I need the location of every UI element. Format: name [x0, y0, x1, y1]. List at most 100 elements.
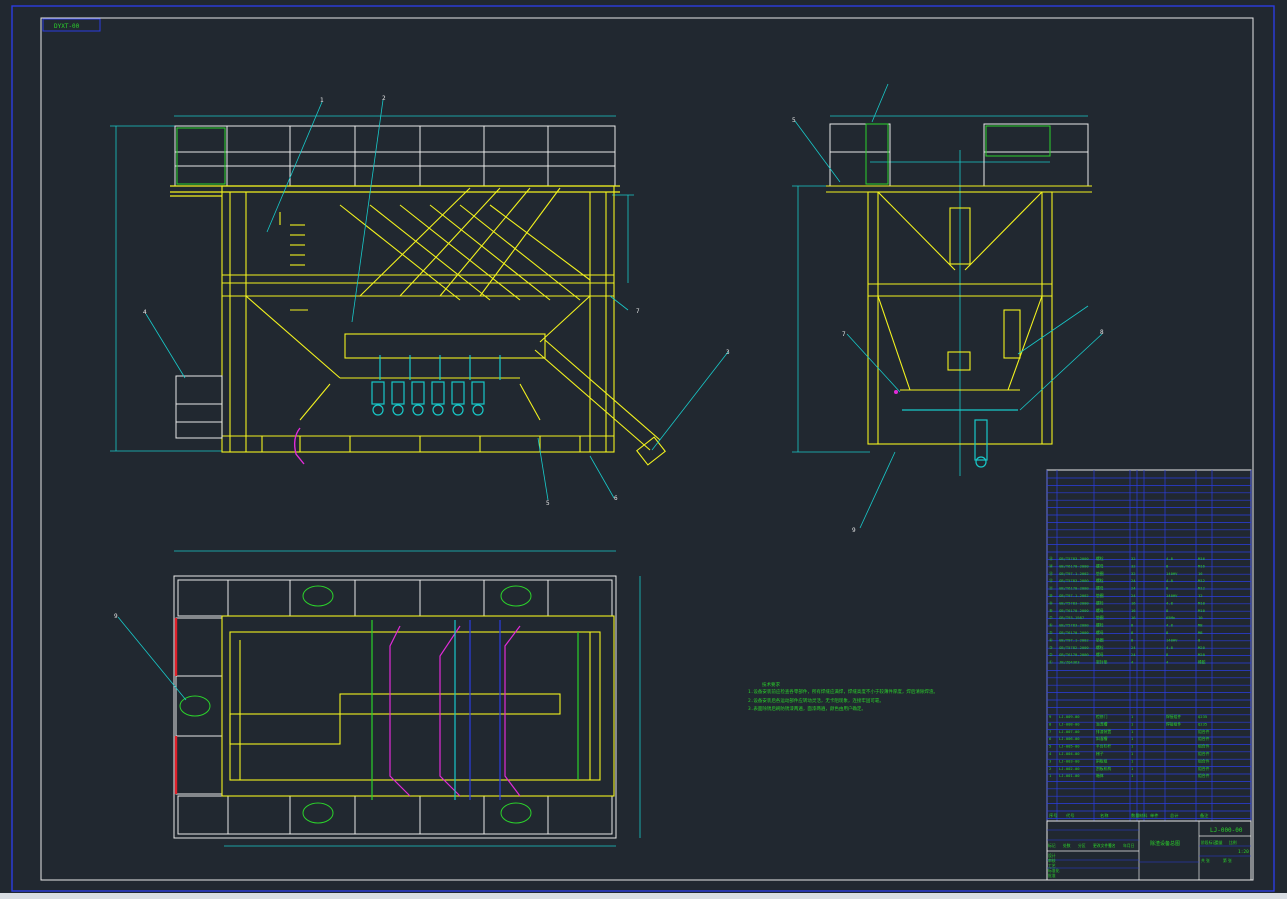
bom_upper-qty: 24	[1131, 578, 1136, 583]
bom_upper-code: GB/T93-1987	[1059, 615, 1084, 620]
bom_upper-note: M16	[1198, 563, 1206, 568]
bom_upper-name: 螺栓	[1096, 600, 1104, 605]
bom_upper-name: 螺栓	[1096, 623, 1104, 628]
bom_upper-no: ③	[1049, 645, 1053, 650]
bom-header-5: 单件	[1150, 812, 1158, 819]
notes-heading: 技术要求	[762, 681, 780, 688]
bom_upper-mat: 4	[1166, 660, 1169, 665]
bom_lower-name: 检修门	[1096, 714, 1108, 719]
bom_upper-note: M12	[1198, 578, 1205, 583]
bom_upper-note: M8	[1198, 623, 1203, 628]
bom-header-1: 代号	[1066, 812, 1074, 819]
bom_upper-qty: 24	[1131, 652, 1136, 657]
front-callout-7: 7	[636, 308, 640, 315]
notes-line-3: 3.表面除锈后刷防锈漆两遍，面漆两遍，颜色由用户确定。	[748, 705, 866, 712]
title-sub-2: 比例	[1229, 840, 1237, 845]
bom_lower-note: 组合件	[1198, 773, 1210, 778]
bom_upper-code: GB/T5783-2000	[1059, 556, 1089, 561]
bom_upper-no: ⑪	[1049, 586, 1053, 591]
bom_lower-no: 5	[1049, 744, 1051, 749]
bom_upper-code: GB/T6170-2000	[1059, 630, 1089, 635]
bom_upper-qty: 16	[1131, 615, 1136, 620]
bom_upper-name: 螺母	[1096, 586, 1104, 591]
side-callout-9: 9	[852, 527, 856, 534]
bom_lower-note: 组合件	[1198, 729, 1210, 734]
bom_upper-mat: 4.8	[1166, 578, 1174, 583]
bom_upper-mat: 65Mn	[1166, 615, 1175, 620]
bom_upper-mat: 8	[1166, 652, 1169, 657]
front-callout-1: 1	[320, 97, 324, 104]
plan-view: 9	[114, 550, 641, 847]
bom_upper-no: ⑫	[1049, 578, 1053, 583]
bom_upper-note: M10	[1198, 600, 1206, 605]
bom_lower-name: 排渣装置	[1096, 729, 1111, 734]
bom_upper-note: M20	[1198, 652, 1206, 657]
bom_lower-code: LJ-009-00	[1059, 714, 1080, 719]
bom_upper-qty: 32	[1131, 563, 1136, 568]
bom_upper-qty: 24	[1131, 586, 1136, 591]
bom_lower-name: 箱体	[1096, 773, 1104, 778]
bom_lower-no: 3	[1049, 758, 1051, 763]
drawing-scale: 1:20	[1238, 849, 1249, 855]
bom_upper-code: GB/T5783-2000	[1059, 600, 1089, 605]
bom-header-7: 备注	[1200, 812, 1209, 819]
front-callout-5: 5	[546, 500, 550, 507]
title-field-0: 标记	[1048, 843, 1056, 848]
bom_lower-name: 溢流槽	[1096, 721, 1108, 726]
bom_lower-code: LJ-003-00	[1059, 758, 1080, 763]
bom_upper-mat: 4.8	[1166, 600, 1174, 605]
drawing-title: 除渣设备总图	[1150, 840, 1180, 847]
bom_lower-mat: 焊接组件	[1166, 714, 1181, 719]
drawing-number: LJ-000-00	[1210, 827, 1243, 834]
title-block: LJ-000-00 除渣设备总图 1:20 标记 处数 分区 更改文件号签名 年月日设计…	[1046, 820, 1252, 881]
status-bar	[0, 893, 1287, 899]
bom_upper-mat: 8	[1166, 630, 1169, 635]
side-callout-5: 5	[792, 117, 796, 124]
bom_upper-qty: 16	[1131, 600, 1136, 605]
front-callout-2: 2	[382, 95, 386, 102]
bom_upper-qty: 32	[1131, 571, 1136, 576]
bom_upper-code: JB/ZQ4363	[1059, 660, 1080, 665]
front-callout-3: 3	[726, 349, 730, 356]
bom_upper-qty: 8	[1131, 630, 1134, 635]
bom_upper-note: M8	[1198, 630, 1203, 635]
bom_upper-name: 螺母	[1096, 652, 1104, 657]
bom_upper-mat: 140HV	[1166, 637, 1178, 642]
bom_lower-name: 刮板机构	[1096, 766, 1111, 771]
bom-header-2: 名称	[1100, 812, 1108, 819]
bom_upper-mat: 8	[1166, 563, 1169, 568]
bom_lower-note: 组合件	[1198, 766, 1210, 771]
bom_upper-code: GB/T5783-2000	[1059, 623, 1089, 628]
outer-border	[11, 5, 1275, 892]
bom_upper-no: ①	[1049, 660, 1053, 665]
bom_upper-code: GB/T5782-2000	[1059, 645, 1089, 650]
bom_upper-code: GB/T6170-2000	[1059, 586, 1089, 591]
bom_upper-code: GB/T6170-2000	[1059, 563, 1089, 568]
bom_lower-name: 平台栏杆	[1096, 744, 1111, 749]
title-sub-4: 第 张	[1223, 858, 1232, 863]
bom_lower-code: LJ-004-00	[1059, 751, 1080, 756]
bom_upper-name: 垫圈	[1096, 593, 1104, 598]
title-field-5: 年月日	[1123, 843, 1135, 848]
bom_lower-note: Q235	[1198, 714, 1207, 719]
bom_lower-name: 斜板组	[1096, 758, 1108, 763]
bom_upper-qty: 4	[1131, 660, 1134, 665]
front-view: 1 2 3 4 5 6 7	[110, 95, 730, 507]
bom_upper-note: 10	[1198, 615, 1203, 620]
bom_upper-note: 12	[1198, 593, 1203, 598]
bom_upper-qty: 24	[1131, 593, 1136, 598]
bom_upper-note: 16	[1198, 571, 1203, 576]
bom_upper-note: M20	[1198, 645, 1206, 650]
bom_upper-qty: 24	[1131, 645, 1136, 650]
bom_upper-name: 螺栓	[1096, 645, 1104, 650]
side-callout-8: 8	[1100, 329, 1104, 336]
title-field-1: 处数	[1063, 843, 1071, 848]
bom_lower-note: 组合件	[1198, 744, 1210, 749]
bom_upper-qty: 32	[1131, 556, 1136, 561]
sign-field-4: 批准	[1048, 873, 1056, 878]
bom_upper-note: M12	[1198, 586, 1205, 591]
bom_upper-mat: 8	[1166, 586, 1169, 591]
bom_lower-note: Q235	[1198, 721, 1207, 726]
notes-line-2: 2.设备安装后各运动部件应转动灵活，无卡阻现象，连接牢固可靠。	[748, 697, 884, 704]
bom_lower-no: 7	[1049, 729, 1051, 734]
